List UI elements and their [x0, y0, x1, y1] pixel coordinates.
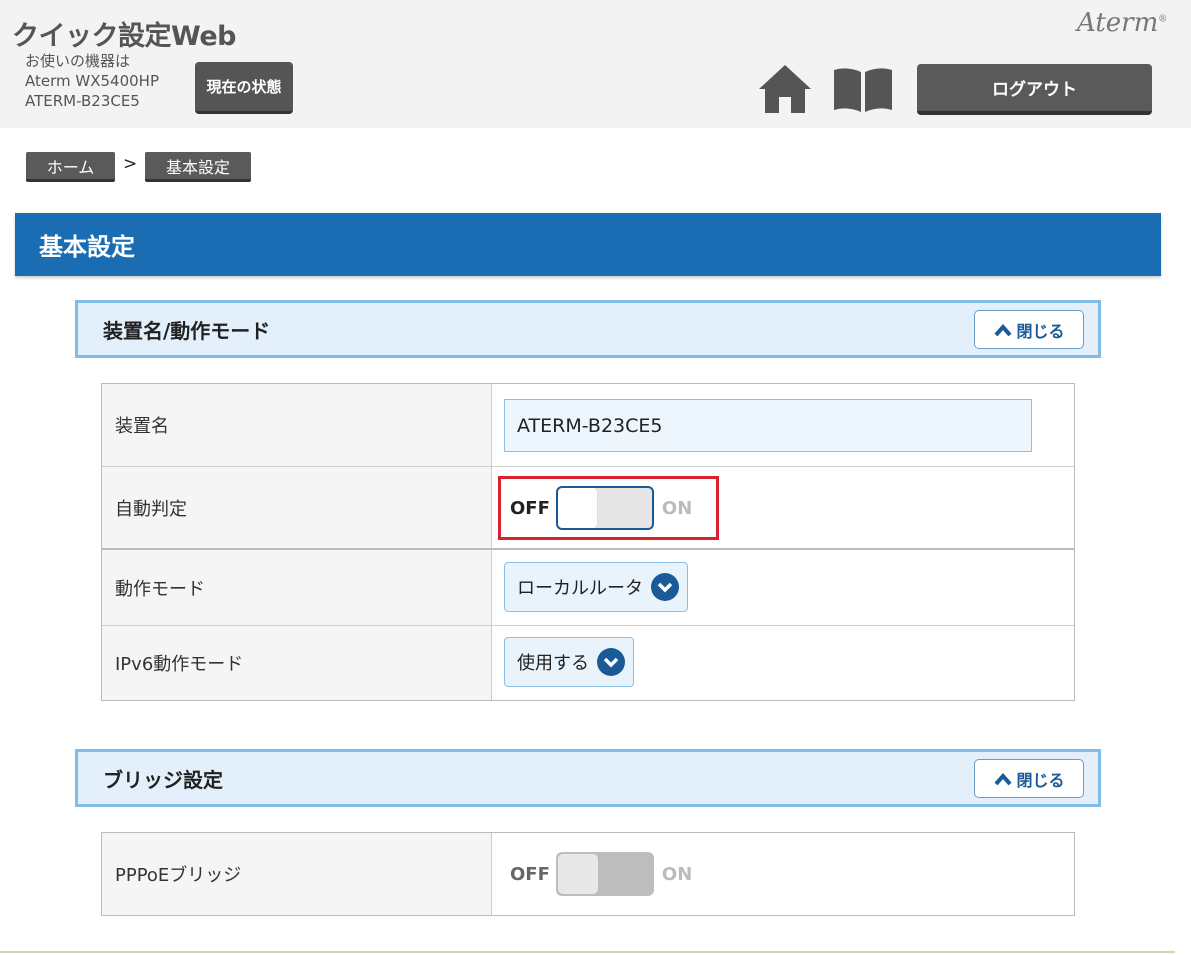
section-header-bridge: ブリッジ設定 閉じる [75, 749, 1101, 807]
brand-logo: Aterm® [1077, 8, 1168, 38]
operation-mode-cell: ローカルルータ [492, 550, 1074, 625]
operation-mode-select[interactable]: ローカルルータ [504, 562, 688, 612]
logout-button[interactable]: ログアウト [917, 64, 1152, 115]
chevron-up-icon [994, 772, 1012, 785]
section-title: ブリッジ設定 [103, 767, 223, 792]
collapse-label: 閉じる [1016, 321, 1065, 341]
pppoe-bridge-toggle[interactable] [555, 852, 654, 896]
ipv6-mode-value: 使用する [517, 653, 589, 674]
settings-table-bridge: PPPoEブリッジ OFF ON [101, 832, 1075, 916]
collapse-button[interactable]: 閉じる [974, 310, 1084, 349]
chevron-down-icon [597, 648, 625, 676]
pppoe-toggle-group: OFF ON [510, 852, 692, 896]
header: クイック設定Web お使いの機器は Aterm WX5400HP ATERM-B… [0, 0, 1191, 128]
section-header-device-mode: 装置名/動作モード 閉じる [75, 300, 1101, 358]
collapse-button[interactable]: 閉じる [974, 759, 1084, 798]
pppoe-bridge-label: PPPoEブリッジ [102, 833, 492, 915]
ipv6-mode-cell: 使用する [492, 626, 1074, 700]
page-title: 基本設定 [15, 213, 1161, 276]
settings-table-device-mode: 装置名 ATERM-B23CE5 自動判定 OFF ON 動作モード ローカルル… [101, 383, 1075, 701]
chevron-down-icon [651, 573, 679, 601]
book-icon[interactable] [832, 66, 894, 112]
toggle-on-label: ON [661, 863, 693, 885]
table-row: 動作モード ローカルルータ [102, 550, 1074, 626]
table-row: 装置名 ATERM-B23CE5 [102, 384, 1074, 467]
breadcrumb-home[interactable]: ホーム [26, 152, 115, 182]
chevron-up-icon [994, 323, 1012, 336]
device-info: お使いの機器は Aterm WX5400HP ATERM-B23CE5 [25, 51, 159, 111]
operation-mode-value: ローカルルータ [517, 578, 643, 599]
device-name-input[interactable]: ATERM-B23CE5 [504, 399, 1032, 452]
breadcrumb-separator: > [123, 154, 138, 174]
toggle-knob [557, 854, 598, 894]
ipv6-mode-select[interactable]: 使用する [504, 637, 634, 687]
breadcrumb-current[interactable]: 基本設定 [145, 152, 251, 182]
table-row: IPv6動作モード 使用する [102, 626, 1074, 700]
home-icon[interactable] [757, 63, 813, 115]
ipv6-mode-label: IPv6動作モード [102, 626, 492, 700]
toggle-off-label: OFF [510, 863, 550, 885]
pppoe-bridge-cell: OFF ON [492, 833, 1074, 915]
device-name: ATERM-B23CE5 [25, 92, 140, 110]
device-model: Aterm WX5400HP [25, 72, 159, 90]
current-status-button[interactable]: 現在の状態 [195, 62, 293, 114]
footer-divider [0, 951, 1175, 953]
operation-mode-label: 動作モード [102, 550, 492, 625]
auto-detect-label: 自動判定 [102, 467, 492, 548]
device-name-label: 装置名 [102, 384, 492, 466]
table-row: PPPoEブリッジ OFF ON [102, 833, 1074, 915]
device-name-cell: ATERM-B23CE5 [492, 384, 1074, 466]
collapse-label: 閉じる [1016, 770, 1065, 790]
highlight-box [498, 476, 719, 540]
section-title: 装置名/動作モード [103, 318, 271, 343]
device-info-line1: お使いの機器は [25, 52, 131, 70]
app-title: クイック設定Web [12, 21, 236, 52]
